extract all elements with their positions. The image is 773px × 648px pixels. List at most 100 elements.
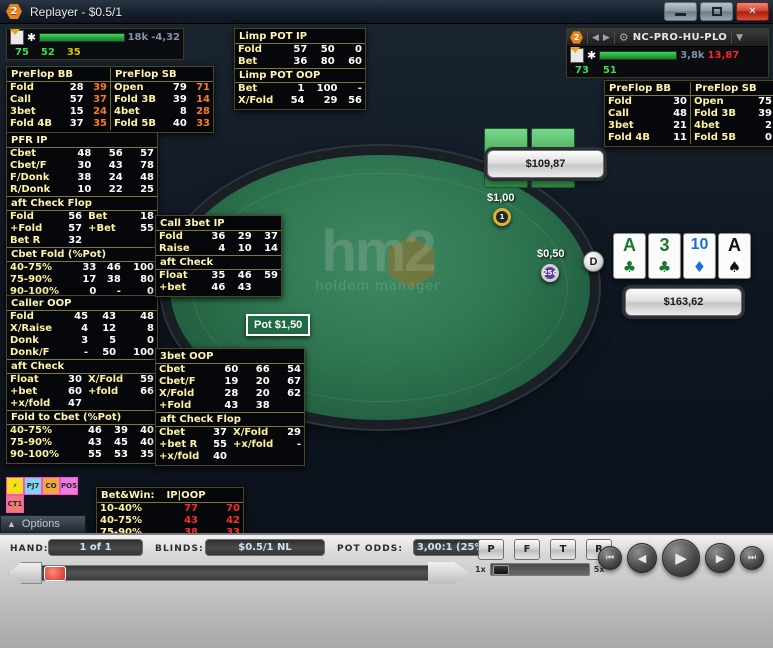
gear-icon[interactable]: ⚙ [619, 31, 629, 44]
row-v2: 28 [196, 106, 210, 117]
badge-ct-icon[interactable]: CT1 [6, 495, 24, 513]
row-v1: 55 [213, 439, 227, 450]
minimize-button[interactable] [664, 2, 697, 21]
row-v1: 30 [68, 374, 82, 385]
seek-track[interactable] [40, 565, 430, 581]
row-label: Bet [238, 83, 258, 94]
maximize-button[interactable] [700, 2, 733, 21]
row-v1: 4 [81, 323, 89, 334]
row-v1: 17 [82, 274, 97, 285]
row-v1: 39 [172, 94, 187, 105]
row-label: +bet [159, 282, 187, 293]
step-back-button[interactable]: ◀ [627, 543, 657, 573]
call-3bet-ip-sub-header: aft Check [156, 255, 281, 270]
street-button-flop[interactable]: F [514, 539, 540, 560]
chevron-down-icon[interactable]: ▼ [736, 33, 743, 43]
row-label: +Fold [10, 223, 43, 234]
table-row: Open 75 [691, 96, 773, 108]
bet-chip-opponent: 1 [493, 208, 511, 226]
badge-pj-icon[interactable]: PJ7 [24, 477, 42, 495]
table-row: +bet 60 +fold 66 [7, 386, 157, 398]
table-row: Bet 36 80 60 [235, 56, 365, 68]
table-row: +Fold 57 +Bet 55 [7, 223, 157, 235]
speed-slider[interactable]: 1x 5x [475, 563, 604, 576]
preflop-bb-block-right: PreFlop BB Fold 30 Call 48 3bet 21 Fold 4B 1… [605, 82, 690, 144]
caller-oop-table: Fold 45 43 48 X/Raise 4 12 8 Donk 3 5 0 Donk/F -50… [7, 311, 157, 359]
last-hand-button[interactable]: ⏭ [740, 546, 764, 570]
row-v2: 10 [237, 243, 252, 254]
speed-track[interactable] [489, 563, 590, 576]
badge-co-icon[interactable]: CO [42, 477, 60, 495]
row-v2: 12 [102, 323, 117, 334]
seek-bar[interactable] [8, 560, 470, 586]
hud-opponent-stats: 73 51 [567, 64, 768, 77]
table-row: Cbet/F 19 20 67 [156, 376, 304, 388]
row-v2: 42 [226, 515, 240, 526]
row-v1: 21 [673, 120, 687, 131]
row-label: 3bet [608, 120, 634, 131]
replayer-window: 2 Replayer - $0.5/1 ✕ hm2 holdem manager… [0, 0, 773, 648]
hud-hero-summary[interactable]: ✱ 18k -4,32 75 52 35 [6, 28, 184, 60]
card-1-suit-icon: ♣ [622, 258, 637, 276]
play-button[interactable]: ▶ [662, 539, 700, 577]
pfr-ip-sub1-header: aft Check Flop [7, 196, 157, 211]
row-v2 [282, 451, 304, 463]
window-controls: ✕ [664, 2, 769, 21]
dealer-button: D [583, 251, 604, 272]
table-row: Fold 36 29 37 [156, 231, 281, 243]
hero-bet-amount: $0,50 [537, 248, 565, 260]
row-v2: 46 [237, 270, 252, 281]
street-button-preflop[interactable]: P [478, 539, 504, 560]
preflop-bb-table-right: Fold 30 Call 48 3bet 21 Fold 4B 11 [605, 96, 690, 144]
row-label: Fold [159, 231, 183, 242]
badge-po-icon[interactable]: PO5 [60, 477, 78, 495]
row-label: X/Fold [159, 388, 195, 399]
caller-oop-sub2-header: Fold to Cbet (%Pot) [7, 410, 157, 425]
row-v1: 0 [765, 132, 772, 143]
caret-up-icon: ▲ [7, 519, 16, 529]
table-row: Fold 3B 39 14 [111, 94, 213, 106]
panel-3bet-oop: 3bet OOP Cbet 60 66 54 Cbet/F 19 20 67 X/Fold 2… [155, 348, 305, 466]
seek-right-arrow-icon[interactable] [428, 562, 470, 584]
row-v2: 20 [255, 388, 270, 399]
row-v2 [130, 235, 157, 247]
hud-next-icon[interactable]: ▶ [603, 33, 610, 43]
table-row: Fold 45 43 48 [7, 311, 157, 323]
seek-thumb[interactable] [44, 566, 66, 581]
row-v2: 24 [108, 172, 123, 183]
hud-opponent-titlebar[interactable]: 2 ◀ ▶ ⚙ NC-PRO-HU-PLO ▼ [567, 29, 768, 47]
divider [731, 31, 733, 44]
pfr-ip-header: PFR IP [7, 134, 157, 148]
hud-opponent[interactable]: 2 ◀ ▶ ⚙ NC-PRO-HU-PLO ▼ ✱ 3,8k 13,87 73 … [566, 28, 769, 78]
row-label: Call [10, 94, 31, 105]
row-label-2: +x/fold [232, 439, 274, 450]
playback-control-bar: HAND: 1 of 1 BLINDS: $0.5/1 NL POT ODDS:… [0, 533, 773, 648]
street-button-turn[interactable]: T [550, 539, 576, 560]
table-row: X/Raise 4 12 8 [7, 323, 157, 335]
row-v3 [255, 282, 281, 294]
panel-limp-pot: Limp POT IP Fold 57 50 0 Bet 36 80 60 Limp POT… [234, 28, 366, 110]
speed-thumb[interactable] [492, 565, 509, 575]
seek-left-arrow-icon[interactable] [8, 562, 42, 584]
panel-call-3bet-ip: Call 3bet IP Fold 36 29 37 Raise 4 10 14 aft C… [155, 215, 282, 297]
row-v2: 38 [255, 400, 270, 411]
row-v3: 0 [355, 44, 362, 55]
panel-preflop-right: PreFlop BB Fold 30 Call 48 3bet 21 Fold 4B 1… [604, 80, 773, 147]
card-2-suit-icon: ♣ [657, 258, 672, 276]
close-button[interactable]: ✕ [736, 2, 769, 21]
row-label: Fold [10, 211, 34, 222]
first-hand-button[interactable]: ⏮ [598, 546, 622, 570]
row-v2: 70 [226, 503, 240, 514]
row-v1: 2 [765, 120, 772, 131]
row-v1: 36 [211, 231, 226, 242]
row-v1: - [83, 347, 89, 358]
row-v2: 29 [237, 231, 252, 242]
hud-prev-icon[interactable]: ◀ [592, 33, 599, 43]
table-row: Bet R 32 [7, 235, 157, 247]
row-label: Open [694, 96, 724, 107]
step-forward-button[interactable]: ▶ [705, 543, 735, 573]
row-v2: 22 [108, 184, 123, 195]
row-v3: 60 [348, 56, 362, 67]
options-button[interactable]: ▲ Options [0, 515, 86, 533]
badge-lightning-icon[interactable]: ⚡ [6, 477, 24, 495]
